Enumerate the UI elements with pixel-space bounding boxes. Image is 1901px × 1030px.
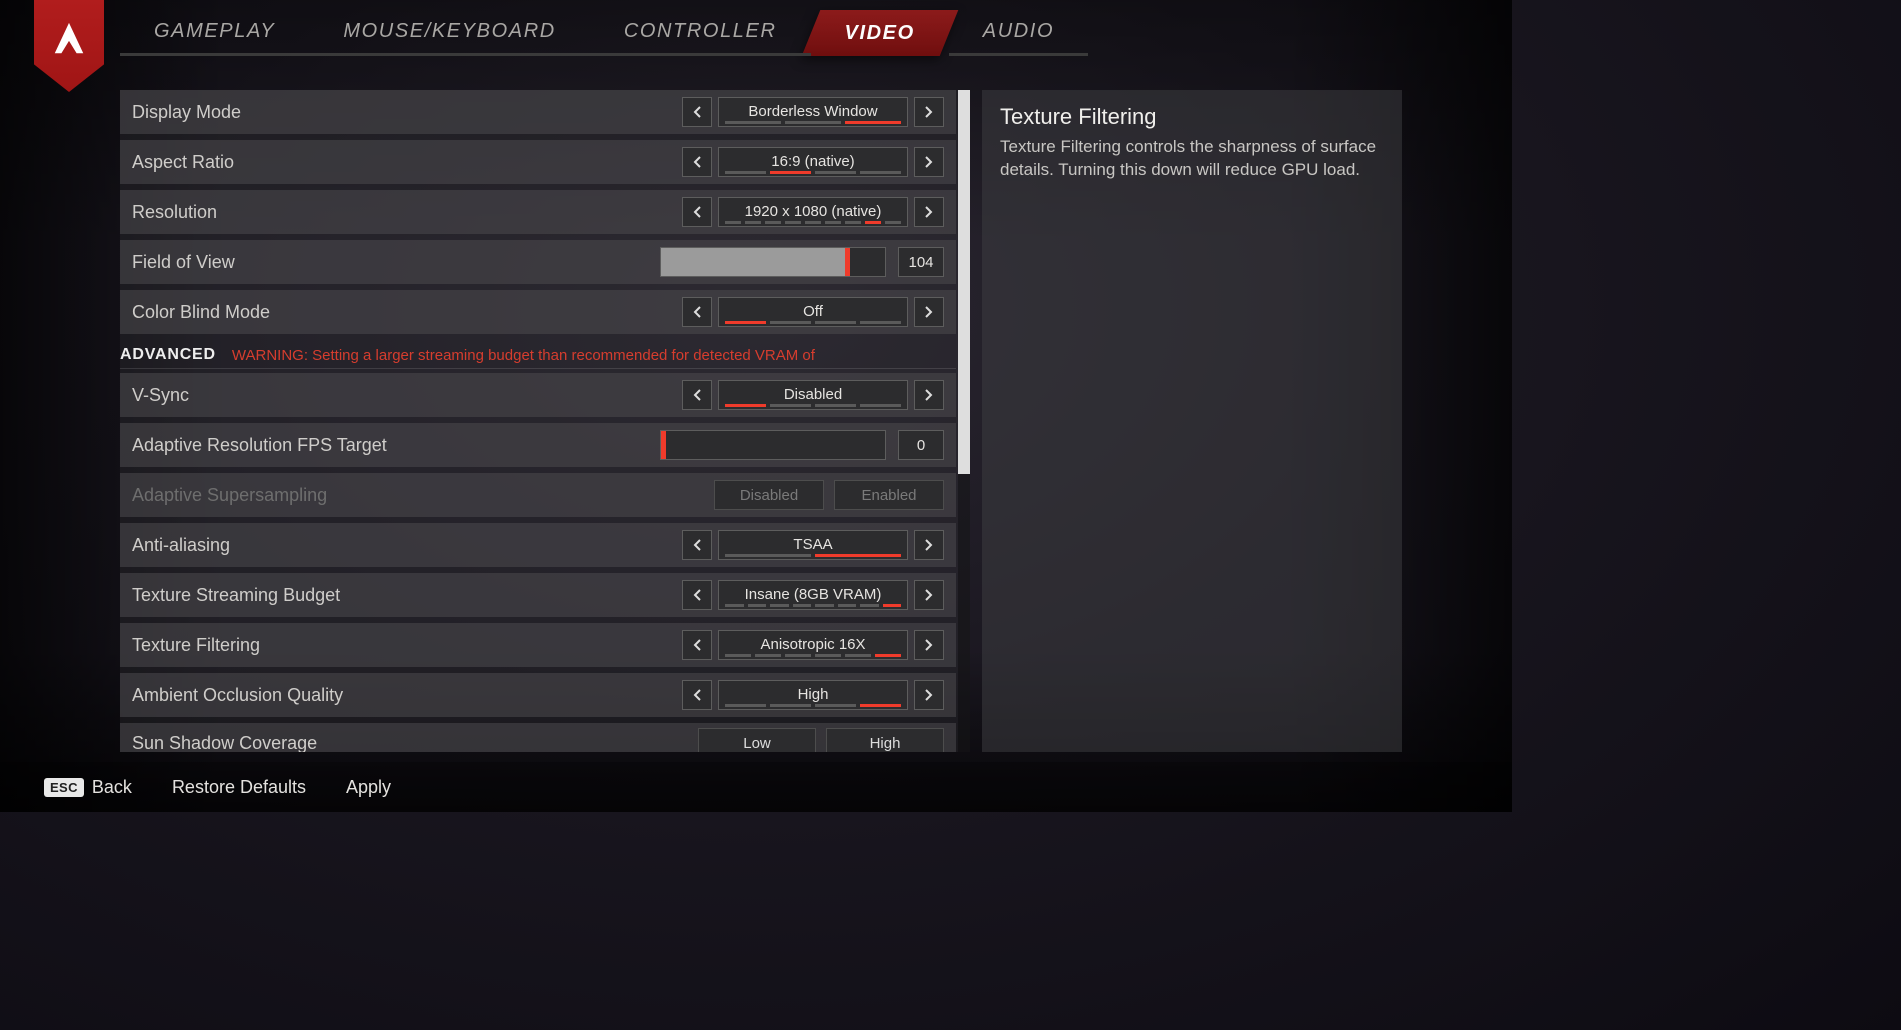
next-button[interactable]: [914, 380, 944, 410]
restore-defaults-button[interactable]: Restore Defaults: [172, 777, 306, 798]
setting-resolution[interactable]: Resolution 1920 x 1080 (native): [120, 190, 956, 234]
setting-value[interactable]: 1920 x 1080 (native): [718, 197, 908, 227]
setting-label: V-Sync: [132, 385, 682, 406]
scrollbar-thumb[interactable]: [958, 90, 970, 474]
footer-bar: ESC Back Restore Defaults Apply: [0, 762, 1512, 812]
setting-value[interactable]: Insane (8GB VRAM): [718, 580, 908, 610]
tab-label: GAMEPLAY: [154, 20, 275, 43]
prev-button[interactable]: [682, 530, 712, 560]
restore-label: Restore Defaults: [172, 777, 306, 798]
setting-color-blind-mode[interactable]: Color Blind Mode Off: [120, 290, 956, 334]
tab-gameplay[interactable]: GAMEPLAY: [120, 10, 309, 56]
option-disabled: Disabled: [714, 480, 824, 510]
info-description: Texture Filtering controls the sharpness…: [1000, 136, 1384, 182]
setting-value[interactable]: Borderless Window: [718, 97, 908, 127]
setting-value[interactable]: TSAA: [718, 530, 908, 560]
next-button[interactable]: [914, 297, 944, 327]
tab-label: AUDIO: [983, 20, 1054, 43]
settings-tabs: GAMEPLAY MOUSE/KEYBOARD CONTROLLER VIDEO…: [120, 10, 1512, 56]
adaptive-fps-value: 0: [898, 430, 944, 460]
advanced-section-header: ADVANCED WARNING: Setting a larger strea…: [120, 340, 956, 369]
apex-logo-icon: [34, 0, 104, 92]
setting-value[interactable]: High: [718, 680, 908, 710]
setting-field-of-view[interactable]: Field of View 104: [120, 240, 956, 284]
back-label: Back: [92, 777, 132, 798]
setting-aspect-ratio[interactable]: Aspect Ratio 16:9 (native): [120, 140, 956, 184]
tab-label: CONTROLLER: [624, 20, 777, 43]
info-panel: Texture Filtering Texture Filtering cont…: [982, 90, 1402, 752]
apply-button[interactable]: Apply: [346, 777, 391, 798]
setting-adaptive-fps-target[interactable]: Adaptive Resolution FPS Target 0: [120, 423, 956, 467]
prev-button[interactable]: [682, 297, 712, 327]
setting-ambient-occlusion[interactable]: Ambient Occlusion Quality High: [120, 673, 956, 717]
setting-value[interactable]: Off: [718, 297, 908, 327]
setting-texture-filtering[interactable]: Texture Filtering Anisotropic 16X: [120, 623, 956, 667]
next-button[interactable]: [914, 97, 944, 127]
setting-texture-streaming-budget[interactable]: Texture Streaming Budget Insane (8GB VRA…: [120, 573, 956, 617]
setting-adaptive-supersampling: Adaptive Supersampling Disabled Enabled: [120, 473, 956, 517]
setting-label: Texture Streaming Budget: [132, 585, 682, 606]
next-button[interactable]: [914, 147, 944, 177]
next-button[interactable]: [914, 630, 944, 660]
setting-label: Adaptive Resolution FPS Target: [132, 435, 660, 456]
prev-button[interactable]: [682, 197, 712, 227]
setting-label: Sun Shadow Coverage: [132, 733, 698, 753]
adaptive-fps-slider[interactable]: [660, 430, 886, 460]
setting-label: Aspect Ratio: [132, 152, 682, 173]
setting-label: Anti-aliasing: [132, 535, 682, 556]
back-button[interactable]: ESC Back: [44, 777, 132, 798]
fov-slider[interactable]: [660, 247, 886, 277]
prev-button[interactable]: [682, 380, 712, 410]
tab-label: MOUSE/KEYBOARD: [343, 20, 555, 43]
vram-warning: WARNING: Setting a larger streaming budg…: [232, 347, 815, 364]
settings-list: Display Mode Borderless Window Aspect Ra…: [120, 90, 970, 752]
setting-anti-aliasing[interactable]: Anti-aliasing TSAA: [120, 523, 956, 567]
next-button[interactable]: [914, 197, 944, 227]
setting-display-mode[interactable]: Display Mode Borderless Window: [120, 90, 956, 134]
setting-value[interactable]: Disabled: [718, 380, 908, 410]
esc-keycap: ESC: [44, 778, 84, 797]
setting-sun-shadow-coverage[interactable]: Sun Shadow Coverage Low High: [120, 723, 956, 752]
setting-value[interactable]: Anisotropic 16X: [718, 630, 908, 660]
prev-button[interactable]: [682, 680, 712, 710]
option-high[interactable]: High: [826, 728, 944, 752]
tab-mouse-keyboard[interactable]: MOUSE/KEYBOARD: [309, 10, 589, 56]
fov-value: 104: [898, 247, 944, 277]
next-button[interactable]: [914, 680, 944, 710]
apply-label: Apply: [346, 777, 391, 798]
section-title: ADVANCED: [120, 346, 216, 364]
prev-button[interactable]: [682, 147, 712, 177]
setting-value[interactable]: 16:9 (native): [718, 147, 908, 177]
info-title: Texture Filtering: [1000, 104, 1384, 130]
prev-button[interactable]: [682, 97, 712, 127]
tab-label: VIDEO: [845, 22, 915, 45]
option-enabled: Enabled: [834, 480, 944, 510]
top-nav: GAMEPLAY MOUSE/KEYBOARD CONTROLLER VIDEO…: [0, 0, 1512, 60]
setting-label: Display Mode: [132, 102, 682, 123]
tab-controller[interactable]: CONTROLLER: [590, 10, 811, 56]
setting-label: Color Blind Mode: [132, 302, 682, 323]
setting-label: Field of View: [132, 252, 660, 273]
prev-button[interactable]: [682, 630, 712, 660]
setting-label: Resolution: [132, 202, 682, 223]
setting-label: Adaptive Supersampling: [132, 485, 714, 506]
next-button[interactable]: [914, 530, 944, 560]
game-logo: [0, 0, 120, 96]
setting-label: Texture Filtering: [132, 635, 682, 656]
setting-vsync[interactable]: V-Sync Disabled: [120, 373, 956, 417]
next-button[interactable]: [914, 580, 944, 610]
setting-label: Ambient Occlusion Quality: [132, 685, 682, 706]
option-low[interactable]: Low: [698, 728, 816, 752]
scrollbar[interactable]: [958, 90, 970, 752]
prev-button[interactable]: [682, 580, 712, 610]
tab-audio[interactable]: AUDIO: [949, 10, 1088, 56]
tab-video[interactable]: VIDEO: [811, 10, 949, 56]
